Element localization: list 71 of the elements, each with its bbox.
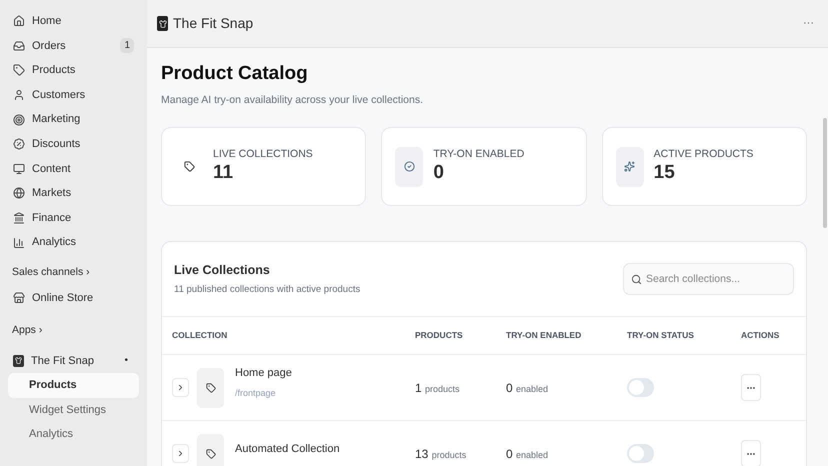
row-actions-button[interactable] [741, 374, 761, 402]
nav-item[interactable]: Markets [8, 181, 139, 206]
tag-icon [184, 161, 194, 172]
chevron-right-icon [176, 383, 185, 392]
stat-label: TRY-ON ENABLED [433, 148, 524, 162]
toggle-switch[interactable] [627, 444, 654, 464]
nav-item[interactable]: Customers [8, 82, 139, 108]
expand-button[interactable] [172, 444, 189, 464]
nav-item[interactable]: Online Store [8, 282, 139, 313]
nav-item[interactable]: Products [8, 58, 139, 83]
stat-label: LIVE COLLECTIONS [213, 148, 313, 162]
search-icon [631, 274, 642, 285]
globe-icon [13, 187, 25, 200]
nav-item[interactable]: Content [8, 156, 139, 182]
section-heading[interactable]: Apps › [8, 318, 46, 344]
more-menu-button[interactable]: ··· [803, 15, 818, 32]
stat-value: 15 [654, 161, 676, 186]
stat-label: ACTIVE PRODUCTS [654, 148, 754, 162]
store-icon [13, 292, 25, 304]
app-title: The Fit Snap [173, 14, 254, 33]
product-count: 13 products [415, 446, 468, 463]
toggle-switch[interactable] [627, 378, 654, 398]
column-header: PRODUCTS [415, 329, 464, 342]
column-header: TRY-ON STATUS [627, 329, 695, 342]
nav-item[interactable]: Home [8, 9, 139, 34]
column-header: ACTIONS [741, 329, 780, 342]
app-logo-icon [157, 16, 168, 31]
section-heading[interactable]: Sales channels › [8, 262, 94, 283]
collection-name[interactable]: Home page [235, 365, 292, 382]
home-icon [13, 15, 25, 28]
nav-item[interactable]: The Fit Snap • [8, 348, 139, 373]
enabled-count: 0 enabled [506, 380, 550, 397]
nav-subitem[interactable]: Widget Settings [8, 398, 139, 422]
stat-value: 11 [213, 161, 234, 186]
inbox-icon [13, 40, 25, 52]
nav-item[interactable]: Finance [8, 206, 139, 230]
tag-icon [206, 448, 216, 459]
nav-subitem[interactable]: Analytics [8, 422, 139, 447]
monitor-icon [13, 162, 25, 175]
row-actions-button[interactable] [741, 440, 761, 466]
search-field[interactable]: Search collections... [623, 263, 794, 296]
count-badge: 1 [120, 38, 134, 54]
tag-icon [206, 382, 216, 393]
stat-value: 0 [433, 161, 445, 186]
nav-item[interactable]: Orders 1 [8, 34, 139, 58]
collection-name[interactable]: Automated Collection [235, 440, 340, 457]
page-subtitle: Manage AI try-on availability across your live collections. [161, 92, 424, 108]
person-icon [13, 89, 25, 102]
panel-title: Live Collections [174, 262, 271, 280]
nav-item[interactable]: Discounts [8, 132, 139, 157]
enabled-count: 0 enabled [506, 446, 550, 463]
bank-icon [13, 212, 25, 224]
page-title: Product Catalog [161, 62, 309, 86]
bar-chart-icon [13, 236, 25, 249]
collection-handle: /frontpage [235, 386, 277, 400]
nav-subitem[interactable]: Products [8, 372, 139, 398]
nav-item[interactable]: Marketing [8, 107, 139, 132]
column-header: TRY-ON ENABLED [506, 329, 582, 342]
column-header: COLLECTION [172, 329, 228, 342]
panel-subtitle: 11 published collections with active products [174, 283, 360, 297]
nav-item[interactable]: Analytics [8, 230, 139, 255]
chevron-right-icon [176, 449, 185, 458]
product-count: 1 products [415, 380, 461, 397]
check-circle-icon [404, 161, 415, 172]
discount-icon [13, 138, 25, 150]
target-icon [13, 114, 25, 126]
expand-button[interactable] [172, 378, 189, 398]
app-logo-icon [13, 354, 24, 367]
pin-dot: • [124, 354, 129, 368]
tag-icon [13, 64, 25, 76]
sparkle-icon [624, 161, 636, 172]
